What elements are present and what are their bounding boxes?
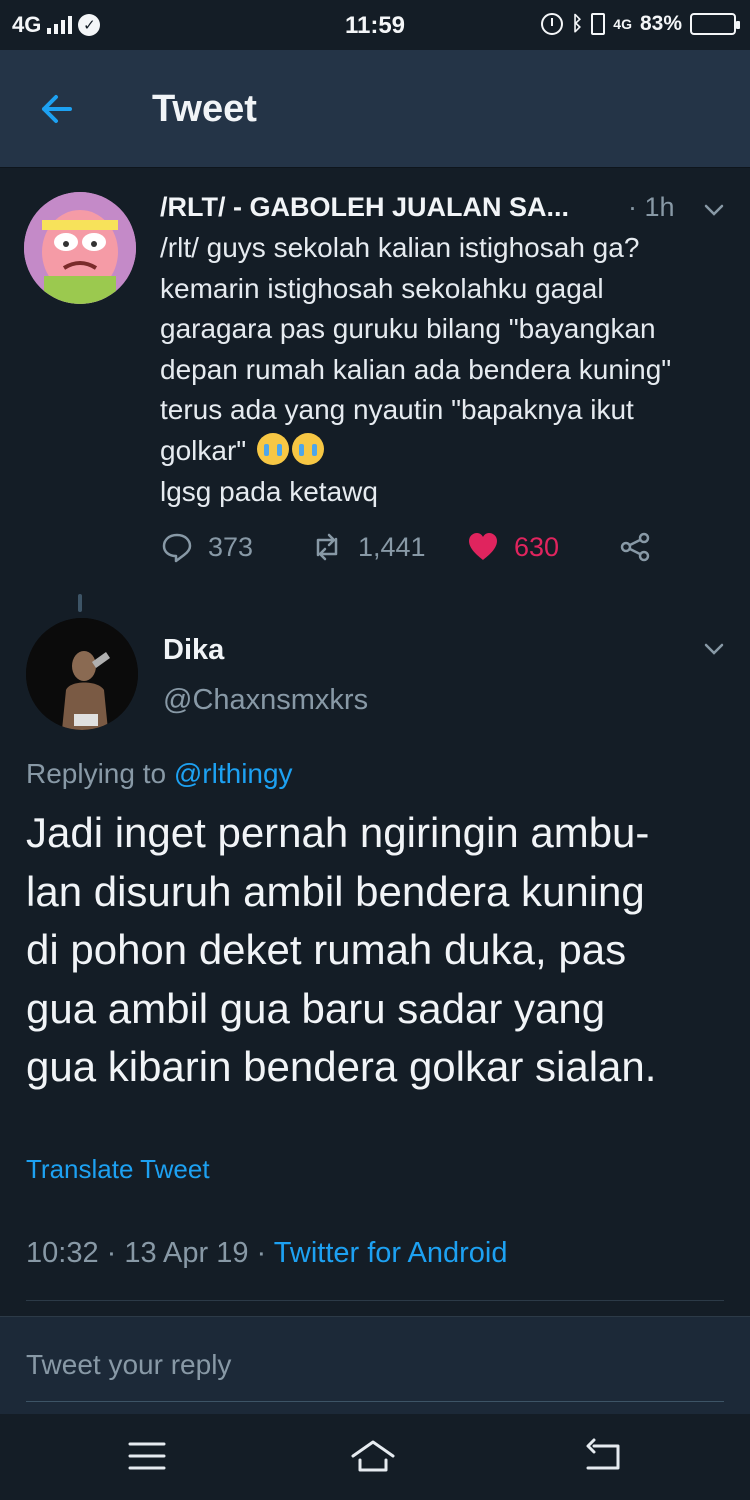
status-right: ᛒ 4G 83% [541, 12, 740, 36]
tweet-meta: 10:32 · 13 Apr 19 · Twitter for Android [26, 1237, 507, 1270]
reply-input[interactable] [26, 1343, 724, 1387]
reply-icon [162, 533, 192, 563]
main-author-name[interactable]: Dika [163, 634, 224, 667]
like-button[interactable]: 630 [466, 530, 559, 564]
translate-tweet-link[interactable]: Translate Tweet [26, 1154, 210, 1185]
battery-percent: 83% [639, 12, 682, 35]
parent-tweet-body: /rlt/ guys sekolah kalian istighosah ga?… [160, 232, 672, 466]
tweet-timestamp: 10:32 · 13 Apr 19 · [26, 1237, 267, 1269]
reply-button[interactable]: 373 [160, 530, 253, 564]
thread-connector [78, 594, 82, 612]
divider [26, 1300, 724, 1301]
reply-bar [0, 1316, 750, 1414]
parent-tweet-text: /rlt/ guys sekolah kalian istighosah ga?… [160, 228, 740, 512]
replying-prefix: Replying to [26, 758, 167, 789]
system-nav-bar [0, 1414, 750, 1500]
reply-count: 373 [208, 531, 254, 562]
reply-underline [26, 1401, 724, 1402]
back-icon[interactable] [580, 1436, 626, 1476]
status-bar: 4G ✓ 11:59 ᛒ 4G 83% [0, 0, 750, 50]
retweet-icon [316, 533, 338, 561]
parent-tweet-tail: lgsg pada ketawq [160, 475, 378, 507]
main-avatar[interactable] [26, 618, 138, 730]
tweet-source-link[interactable]: Twitter for Android [274, 1237, 508, 1269]
data-type: 4G [613, 16, 632, 32]
main-author-handle[interactable]: @Chaxnsmxkrs [163, 684, 368, 717]
heart-icon [469, 533, 497, 560]
retweet-button[interactable]: 1,441 [310, 530, 426, 564]
app-header: Tweet [0, 50, 750, 168]
replying-handle-link[interactable]: @rlthingy [174, 758, 293, 789]
chevron-down-icon[interactable] [702, 198, 726, 222]
home-icon[interactable] [350, 1436, 396, 1476]
main-tweet-text: Jadi inget pernah ngiringin ambu- lan di… [26, 809, 657, 1090]
alarm-icon [541, 13, 564, 35]
share-icon [620, 532, 650, 562]
menu-icon[interactable] [124, 1436, 170, 1476]
back-arrow-icon[interactable] [36, 88, 78, 130]
parent-time: · 1h [628, 192, 675, 222]
bluetooth-icon: ᛒ [571, 12, 584, 35]
crying-face-icon [291, 432, 324, 465]
retweet-count: 1,441 [358, 531, 426, 562]
dika-avatar-image [26, 618, 138, 730]
share-button[interactable] [618, 530, 652, 564]
vibrate-icon [591, 13, 606, 35]
crying-face-icon [256, 432, 289, 465]
like-count: 630 [514, 531, 560, 562]
parent-avatar[interactable] [24, 192, 136, 304]
battery-icon [690, 13, 740, 35]
page-title: Tweet [152, 88, 257, 130]
parent-author-name[interactable]: /RLT/ - GABOLEH JUALAN SA... [160, 192, 569, 223]
replying-to: Replying to @rlthingy [26, 758, 293, 790]
tweet-actions: 373 1,441 630 [160, 530, 680, 574]
chevron-down-icon[interactable] [702, 637, 726, 661]
patrick-avatar-image [24, 192, 136, 304]
